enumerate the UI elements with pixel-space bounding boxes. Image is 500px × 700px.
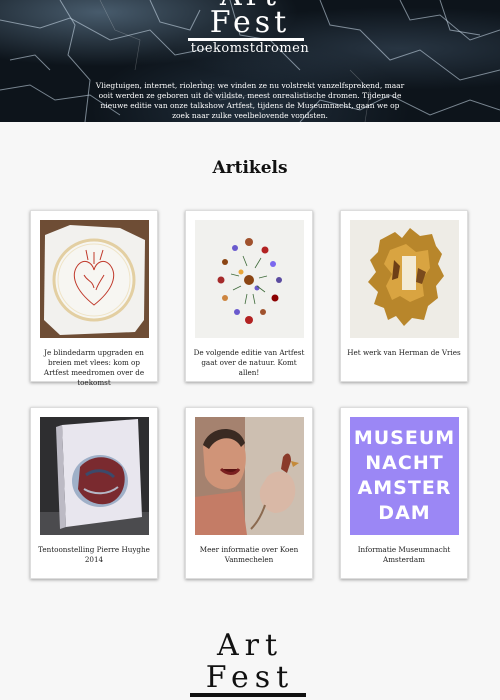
hero-subtitle: toekomstdromen xyxy=(190,41,310,56)
man-with-rooster-image xyxy=(195,417,304,535)
pressed-flowers-image xyxy=(195,220,304,338)
aquarium-installation-image xyxy=(40,417,149,535)
article-card-caption: Informatie Museumnacht Amsterdam xyxy=(357,545,451,564)
gold-leaf-artwork-image xyxy=(350,220,459,338)
hero-banner: Art Fest toekomstdromen Vliegtuigen, int… xyxy=(0,0,500,122)
article-card-museumnacht[interactable]: MUSEUM NACHT AMSTER DAM Informatie Museu… xyxy=(340,407,468,579)
embroidered-heart-image xyxy=(40,220,149,338)
footer-logo-rule xyxy=(190,693,306,697)
article-card-pierre-huyghe[interactable]: Tentoonstelling Pierre Huyghe 2014 xyxy=(30,407,158,579)
article-card-caption: De volgende editie van Artfest gaat over… xyxy=(193,348,305,377)
section-title: Artikels xyxy=(212,158,288,178)
museumnacht-logo-line: MUSEUM xyxy=(353,427,456,449)
article-card-pressed-flowers[interactable]: De volgende editie van Artfest gaat over… xyxy=(185,210,313,382)
article-card-embroidered-heart[interactable]: Je blindedarm upgraden en breien met vle… xyxy=(30,210,158,387)
hero-logo-fest: Fest xyxy=(209,5,291,40)
article-card-herman-de-vries[interactable]: Het werk van Herman de Vries xyxy=(340,210,468,382)
article-card-caption: Je blindedarm upgraden en breien met vle… xyxy=(43,348,145,387)
article-card-caption: Tentoonstelling Pierre Huyghe 2014 xyxy=(38,545,150,564)
hero-intro-text: Vliegtuigen, internet, riolering: we vin… xyxy=(95,81,405,120)
footer-logo-art: Art xyxy=(216,628,284,663)
article-card-caption: Meer informatie over Koen Vanmechelen xyxy=(199,545,299,564)
footer-logo-fest: Fest xyxy=(205,660,295,695)
museumnacht-logo-image: MUSEUM NACHT AMSTER DAM xyxy=(350,417,459,535)
museumnacht-logo-line: DAM xyxy=(378,502,431,524)
museumnacht-logo-line: NACHT xyxy=(365,452,444,474)
article-card-caption: Het werk van Herman de Vries xyxy=(347,348,461,357)
museumnacht-logo-line: AMSTER xyxy=(357,477,452,499)
article-card-koen-vanmechelen[interactable]: Meer informatie over Koen Vanmechelen xyxy=(185,407,313,579)
